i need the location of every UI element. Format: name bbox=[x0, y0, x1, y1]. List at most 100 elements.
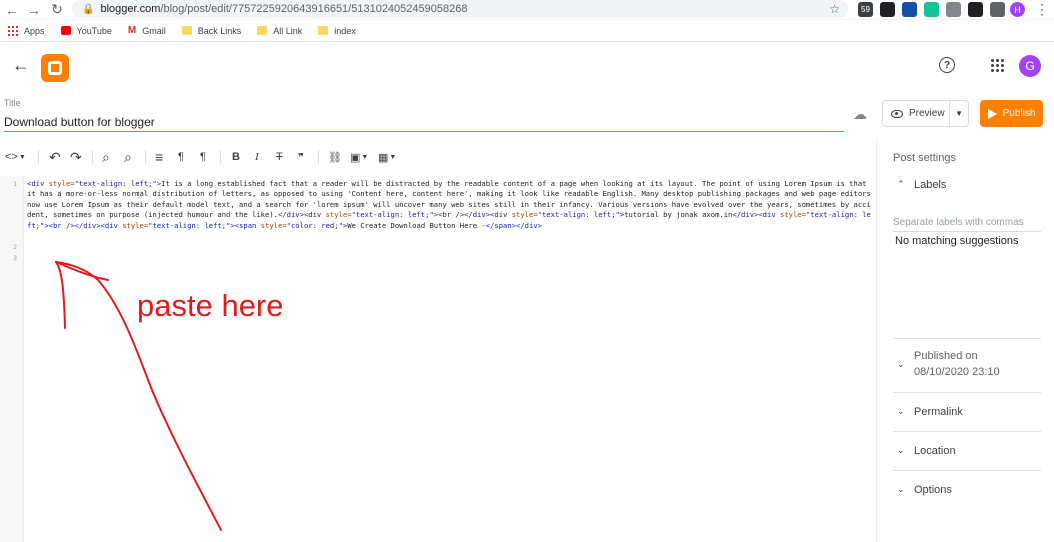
chevron-down-icon[interactable]: ⌄ bbox=[897, 484, 905, 495]
chevron-up-icon[interactable]: ⌃ bbox=[897, 179, 905, 190]
title-input[interactable] bbox=[4, 112, 844, 132]
strikethrough-icon[interactable]: T bbox=[276, 147, 283, 167]
preview-dropdown-icon[interactable]: ▼ bbox=[955, 109, 963, 118]
youtube-icon bbox=[60, 26, 71, 35]
code-token: "text-align: left;" bbox=[148, 220, 231, 230]
lock-icon: 🔒 bbox=[82, 3, 95, 15]
options-heading[interactable]: Options bbox=[914, 484, 952, 496]
ext-3-icon[interactable] bbox=[902, 2, 917, 17]
url-path: /blog/post/edit/7757225920643916651/5131… bbox=[160, 3, 468, 15]
back-nav-icon[interactable]: ← bbox=[0, 0, 24, 20]
video-button[interactable]: ▦ ▼ bbox=[378, 147, 396, 167]
forward-nav-icon[interactable]: → bbox=[22, 0, 46, 20]
replace-icon[interactable]: ⌕ bbox=[124, 147, 132, 167]
extensions-row: 59 bbox=[858, 2, 1005, 17]
code-content[interactable]: <div style="text-align: left;">It is a l… bbox=[27, 179, 873, 231]
bookmark-all-link[interactable]: All Link bbox=[257, 26, 302, 36]
code-token: style= bbox=[511, 210, 538, 220]
quote-icon[interactable]: ❞ bbox=[298, 147, 304, 167]
bookmark-apps[interactable]: Apps bbox=[8, 25, 45, 36]
paragraph-rtl-icon[interactable]: ¶ bbox=[200, 147, 206, 167]
back-arrow-icon[interactable]: ← bbox=[12, 55, 30, 76]
bookmark-star-icon[interactable]: ☆ bbox=[829, 2, 840, 16]
code-token: <div bbox=[27, 179, 49, 188]
paragraph-icon[interactable]: ¶ bbox=[178, 147, 184, 167]
chevron-down-icon[interactable]: ⌄ bbox=[897, 406, 905, 417]
bookmark-gmail[interactable]: M Gmail bbox=[128, 25, 166, 36]
ext-6-icon[interactable] bbox=[968, 2, 983, 17]
bookmark-index[interactable]: index bbox=[318, 26, 356, 36]
address-bar[interactable]: 🔒 blogger.com/blog/post/edit/77572259206… bbox=[72, 0, 848, 18]
view-mode-button[interactable]: <> ▼ bbox=[5, 147, 26, 167]
ext-2-icon[interactable] bbox=[880, 2, 895, 17]
publish-button[interactable]: Publish bbox=[980, 100, 1043, 127]
post-settings-sidebar: Post settings ⌃ Labels No matching sugge… bbox=[876, 140, 1054, 542]
redo-icon[interactable]: ↷ bbox=[70, 147, 82, 167]
folder-icon bbox=[257, 26, 268, 35]
title-label: Title bbox=[4, 98, 21, 108]
image-button[interactable]: ▣ ▼ bbox=[350, 147, 368, 167]
chevron-down-icon[interactable]: ⌄ bbox=[897, 445, 905, 456]
labels-heading[interactable]: Labels bbox=[914, 179, 946, 191]
bookmark-youtube[interactable]: YouTube bbox=[60, 25, 112, 36]
permalink-heading[interactable]: Permalink bbox=[914, 406, 963, 418]
labels-input[interactable] bbox=[893, 214, 1041, 232]
chevron-down-icon[interactable]: ⌄ bbox=[897, 359, 905, 370]
ext-5-icon[interactable] bbox=[946, 2, 961, 17]
ext-1-icon[interactable]: 59 bbox=[858, 2, 873, 17]
editor-toolbar: <> ▼ ↶ ↷ ⌕ ⌕ ≡ ¶ ¶ B I T ❞ ⛓ ▣ ▼ ▦ ▼ bbox=[0, 146, 876, 168]
preview-label: Preview bbox=[909, 108, 945, 119]
code-token: We Create Download Button Here - bbox=[347, 220, 486, 230]
code-view-icon: <> bbox=[5, 151, 18, 163]
code-token: "text-align: left;" bbox=[537, 210, 620, 220]
no-match-text: No matching suggestions bbox=[895, 235, 1019, 247]
bookmark-label: Gmail bbox=[142, 25, 166, 36]
send-icon bbox=[987, 108, 997, 119]
folder-icon bbox=[318, 26, 329, 35]
line-number: 3 bbox=[13, 254, 17, 262]
code-token: style= bbox=[780, 210, 806, 220]
bookmark-label: Back Links bbox=[197, 25, 242, 36]
cloud-saved-icon: ☁ bbox=[853, 106, 867, 122]
gmail-icon: M bbox=[127, 25, 137, 36]
align-icon[interactable]: ≡ bbox=[155, 147, 163, 167]
bookmarks-bar: Apps YouTube M Gmail Back Links All Link… bbox=[0, 20, 1054, 42]
grammarly-icon[interactable] bbox=[924, 2, 939, 17]
location-heading[interactable]: Location bbox=[914, 445, 956, 457]
browser-profile-avatar[interactable]: H bbox=[1010, 2, 1025, 17]
publish-label: Publish bbox=[1002, 108, 1036, 119]
code-token: tutorial by jonak axom.in bbox=[624, 210, 733, 220]
app-header: ← ? G bbox=[0, 43, 1054, 93]
annotation-text: paste here bbox=[137, 288, 284, 323]
italic-icon[interactable]: I bbox=[255, 147, 259, 167]
folder-icon bbox=[181, 26, 192, 35]
published-section[interactable]: Published on 08/10/2020 23:10 bbox=[914, 348, 1000, 380]
link-icon[interactable]: ⛓ bbox=[328, 147, 342, 167]
blogger-logo-icon[interactable] bbox=[41, 54, 69, 82]
browser-menu-icon[interactable]: ⋮ bbox=[1030, 0, 1054, 20]
puzzle-icon[interactable] bbox=[990, 2, 1005, 17]
video-icon: ▦ bbox=[378, 151, 389, 164]
eye-icon bbox=[891, 109, 903, 118]
help-icon[interactable]: ? bbox=[939, 57, 955, 73]
published-heading: Published on bbox=[914, 350, 978, 362]
bookmark-label: Apps bbox=[24, 25, 45, 36]
image-icon: ▣ bbox=[350, 151, 361, 164]
code-token: </div><div bbox=[464, 210, 512, 220]
account-avatar[interactable]: G bbox=[1019, 55, 1041, 77]
preview-button[interactable]: Preview ▼ bbox=[882, 100, 969, 127]
code-token: style= bbox=[48, 179, 75, 188]
bookmark-back-links[interactable]: Back Links bbox=[181, 25, 242, 36]
html-editor[interactable]: 1 2 3 <div style="text-align: left;">It … bbox=[0, 176, 876, 542]
code-token: "color: red;" bbox=[286, 220, 343, 230]
code-token: style= bbox=[260, 220, 287, 230]
code-token: ><br /></div><div bbox=[44, 220, 123, 230]
published-date: 08/10/2020 23:10 bbox=[914, 366, 1000, 378]
google-apps-icon[interactable] bbox=[991, 59, 1004, 72]
bookmark-label: YouTube bbox=[76, 25, 112, 36]
undo-icon[interactable]: ↶ bbox=[49, 147, 61, 167]
search-icon[interactable]: ⌕ bbox=[102, 147, 110, 167]
reload-icon[interactable]: ↻ bbox=[45, 0, 69, 20]
bold-icon[interactable]: B bbox=[232, 147, 240, 167]
line-number: 2 bbox=[13, 243, 17, 251]
